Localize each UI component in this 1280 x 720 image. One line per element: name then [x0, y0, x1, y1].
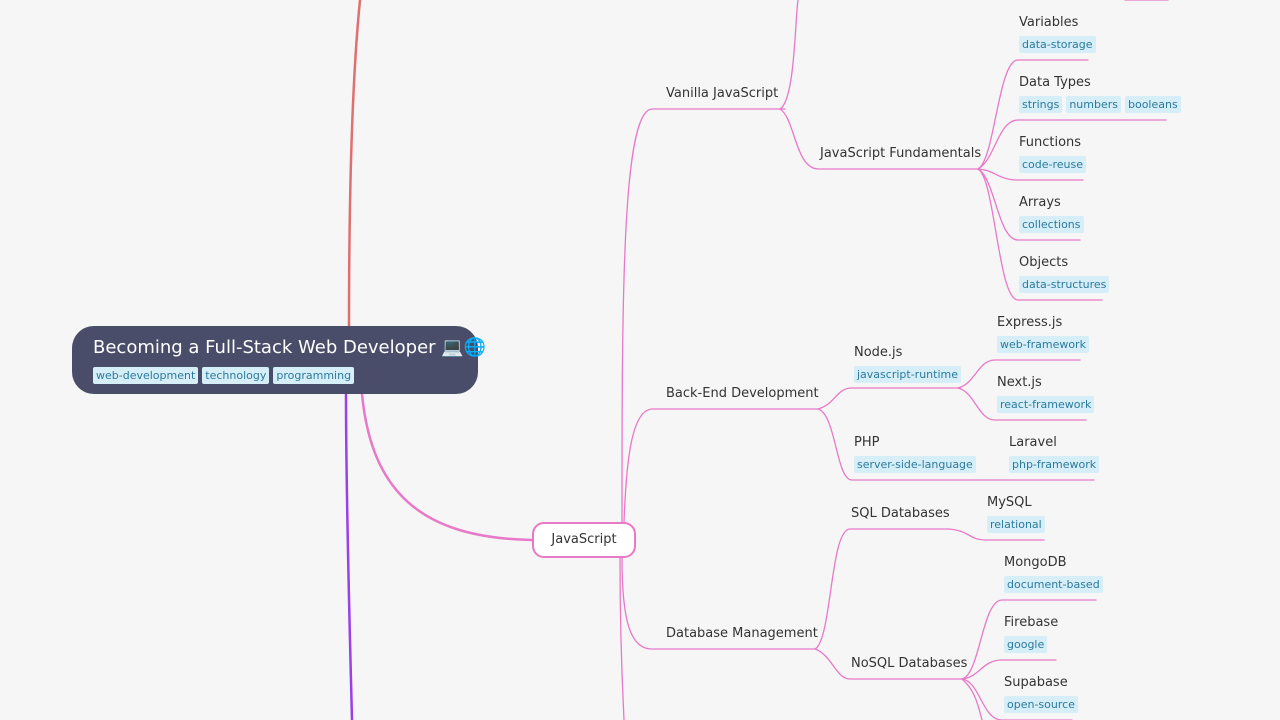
branch-line-red [347, 0, 362, 328]
root-tags: web-development technology programming [93, 367, 478, 384]
root-title: Becoming a Full-Stack Web Developer 💻🌐 [93, 337, 487, 358]
tag-chip[interactable]: data-structures [1019, 276, 1110, 293]
tag-chip[interactable]: server-side-language [854, 456, 976, 473]
node-variables[interactable]: Variables data-storage [1019, 14, 1096, 53]
node-objects[interactable]: Objects data-structures [1019, 254, 1110, 293]
node-label: Vanilla JavaScript [666, 86, 779, 101]
node-label: Next.js [997, 375, 1042, 390]
tag-chip[interactable]: google [1004, 636, 1048, 653]
tag-chip[interactable]: technology [202, 367, 270, 384]
node-label: Supabase [1004, 675, 1068, 690]
tag-chip[interactable]: relational [987, 516, 1045, 533]
node-mysql[interactable]: MySQL relational [987, 494, 1045, 533]
tag-chip[interactable]: data-storage [1019, 36, 1096, 53]
root-topic[interactable]: Becoming a Full-Stack Web Developer 💻🌐 w… [72, 326, 487, 394]
tag-chip[interactable]: strings [1019, 96, 1063, 113]
node-functions[interactable]: Functions code-reuse [1019, 134, 1087, 173]
laptop-globe-emoji: 💻🌐 [441, 337, 487, 358]
node-supabase[interactable]: Supabase open-source [1004, 674, 1078, 713]
node-label: SQL Databases [851, 506, 950, 521]
node-label: Arrays [1019, 195, 1061, 210]
node-nodejs[interactable]: Node.js javascript-runtime [854, 344, 961, 383]
tag-chip[interactable]: php-framework [1009, 456, 1100, 473]
node-javascript-fundamentals[interactable]: JavaScript Fundamentals [820, 145, 981, 163]
tag-chip[interactable]: web-development [93, 367, 199, 384]
node-label: MySQL [987, 495, 1032, 510]
node-label: Back-End Development [666, 386, 819, 401]
tag-chip[interactable]: programming [273, 367, 355, 384]
node-data-types[interactable]: Data Types strings numbers booleans [1019, 74, 1181, 113]
node-vanilla-javascript[interactable]: Vanilla JavaScript [666, 85, 778, 103]
tag-chip[interactable]: collections [1019, 216, 1084, 233]
node-firebase[interactable]: Firebase google [1004, 614, 1058, 653]
node-label: Objects [1019, 255, 1069, 270]
node-nosql-databases[interactable]: NoSQL Databases [851, 655, 967, 673]
node-label: Express.js [997, 315, 1063, 330]
node-database-management[interactable]: Database Management [666, 625, 818, 643]
node-label: Data Types [1019, 75, 1091, 90]
node-label: MongoDB [1004, 555, 1067, 570]
node-label: Node.js [854, 345, 903, 360]
node-nextjs[interactable]: Next.js react-framework [997, 374, 1095, 413]
node-label: NoSQL Databases [851, 656, 968, 671]
node-laravel[interactable]: Laravel php-framework [1009, 434, 1100, 473]
node-label: Functions [1019, 135, 1082, 150]
node-label: Laravel [1009, 435, 1057, 450]
branch-line-javascript [360, 392, 534, 542]
node-label: JavaScript Fundamentals [820, 146, 982, 161]
tag-chip[interactable]: react-framework [997, 396, 1095, 413]
tag-chip[interactable]: web-framework [997, 336, 1089, 353]
node-label: Firebase [1004, 615, 1059, 630]
node-sql-databases[interactable]: SQL Databases [851, 505, 950, 523]
tag-chip[interactable]: open-source [1004, 696, 1078, 713]
node-back-end-development[interactable]: Back-End Development [666, 385, 819, 403]
node-arrays[interactable]: Arrays collections [1019, 194, 1084, 233]
node-label: Variables [1019, 15, 1079, 30]
tag-chip[interactable]: code-reuse [1019, 156, 1087, 173]
tag-chip[interactable]: javascript-runtime [854, 366, 961, 383]
tag-chip[interactable]: numbers [1066, 96, 1121, 113]
javascript-node[interactable]: JavaScript [532, 522, 636, 558]
node-label: Database Management [666, 626, 818, 641]
node-php[interactable]: PHP server-side-language [854, 434, 976, 473]
node-expressjs[interactable]: Express.js web-framework [997, 314, 1089, 353]
node-label: PHP [854, 435, 880, 450]
branch-line-purple [344, 392, 354, 720]
node-mongodb[interactable]: MongoDB document-based [1004, 554, 1103, 593]
tag-chip[interactable]: document-based [1004, 576, 1103, 593]
tag-chip[interactable]: booleans [1124, 96, 1181, 113]
